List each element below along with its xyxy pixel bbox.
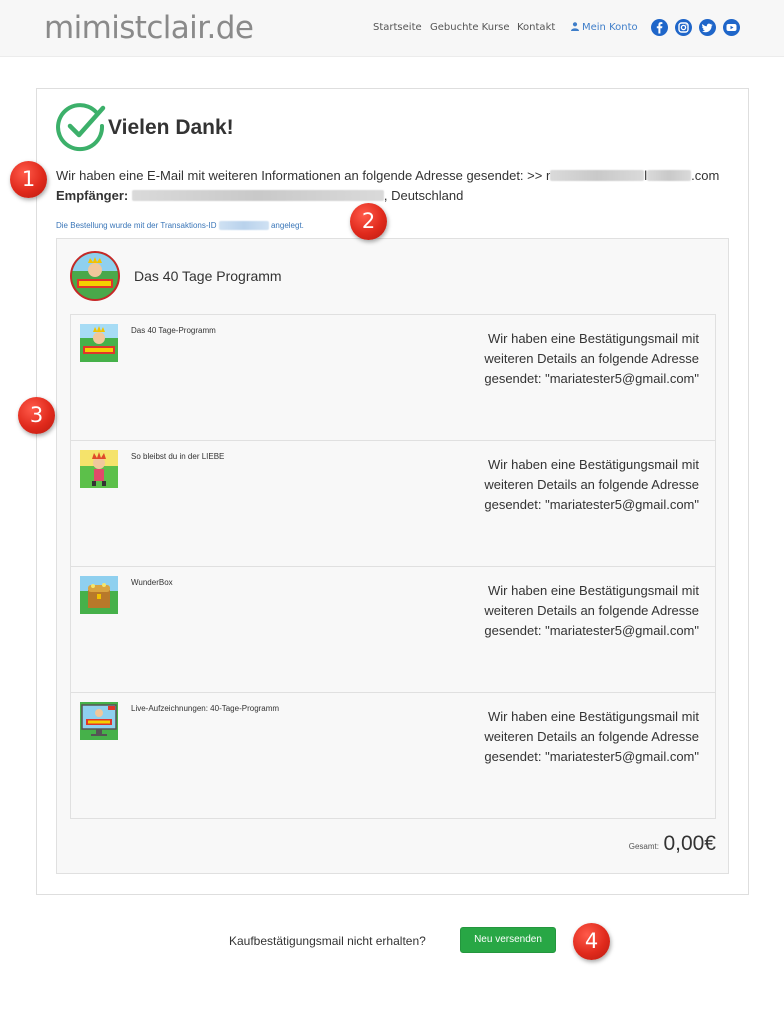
- order-item: Live-Aufzeichnungen: 40-Tage-Programm Wi…: [71, 693, 715, 819]
- email-sent-info: Wir haben eine E-Mail mit weiteren Infor…: [56, 168, 720, 183]
- order-items-list: Das 40 Tage-Programm Wir haben eine Best…: [70, 314, 716, 819]
- instagram-icon[interactable]: [675, 19, 692, 36]
- item-thumbnail: [80, 324, 118, 362]
- facebook-icon[interactable]: [651, 19, 668, 36]
- item-name: Das 40 Tage-Programm: [131, 326, 216, 335]
- item-name: WunderBox: [131, 578, 173, 587]
- callout-marker-2: 2: [350, 203, 387, 240]
- resend-prompt-text: Kaufbestätigungsmail nicht erhalten?: [229, 934, 426, 948]
- youtube-icon[interactable]: [723, 19, 740, 36]
- item-confirmation-message: Wir haben eine Bestätigungsmail mit weit…: [484, 709, 699, 764]
- program-logo: [70, 251, 120, 301]
- person-icon: [571, 22, 579, 31]
- nav-link-mein-konto-label: Mein Konto: [582, 22, 638, 33]
- checkmark-success-icon: [56, 103, 106, 152]
- item-confirmation-message: Wir haben eine Bestätigungsmail mit weit…: [484, 331, 699, 386]
- item-confirmation-message: Wir haben eine Bestätigungsmail mit weit…: [484, 583, 699, 638]
- order-item: WunderBox Wir haben eine Bestätigungsmai…: [71, 567, 715, 693]
- callout-marker-4: 4: [573, 923, 610, 960]
- program-title: Das 40 Tage Programm: [134, 268, 282, 284]
- redacted-address: [131, 190, 384, 201]
- item-thumbnail: [80, 702, 118, 740]
- redacted-email-part: [647, 170, 692, 181]
- thank-you-heading: Vielen Dank!: [108, 116, 234, 139]
- item-thumbnail: [80, 450, 118, 488]
- recipient-country: , Deutschland: [383, 188, 464, 203]
- nav-link-mein-konto[interactable]: Mein Konto: [571, 22, 638, 33]
- nav-link-gebuchte-kurse[interactable]: Gebuchte Kurse: [430, 22, 510, 33]
- callout-marker-3: 3: [18, 397, 55, 434]
- item-confirmation-message: Wir haben eine Bestätigungsmail mit weit…: [484, 457, 699, 512]
- order-item: Das 40 Tage-Programm Wir haben eine Best…: [71, 315, 715, 441]
- resend-confirmation-button[interactable]: Neu versenden: [460, 927, 556, 953]
- nav-link-startseite[interactable]: Startseite: [373, 22, 422, 33]
- item-name: So bleibst du in der LIEBE: [131, 452, 225, 461]
- recipient-label: Empfänger:: [56, 188, 129, 203]
- order-total: Gesamt: 0,00€: [560, 832, 716, 856]
- site-logo[interactable]: mimistclair.de: [44, 10, 254, 46]
- total-label: Gesamt:: [628, 842, 659, 851]
- transaction-info: Die Bestellung wurde mit der Transaktion…: [56, 221, 304, 230]
- total-value: 0,00€: [663, 832, 716, 855]
- recipient-line: Empfänger: , Deutschland: [56, 188, 463, 203]
- redacted-email-part: [550, 170, 645, 181]
- redacted-transaction-id: [218, 221, 269, 230]
- item-thumbnail: [80, 576, 118, 614]
- order-item: So bleibst du in der LIEBE Wir haben ein…: [71, 441, 715, 567]
- twitter-icon[interactable]: [699, 19, 716, 36]
- item-name: Live-Aufzeichnungen: 40-Tage-Programm: [131, 704, 280, 713]
- callout-marker-1: 1: [10, 161, 47, 198]
- nav-link-kontakt[interactable]: Kontakt: [517, 22, 555, 33]
